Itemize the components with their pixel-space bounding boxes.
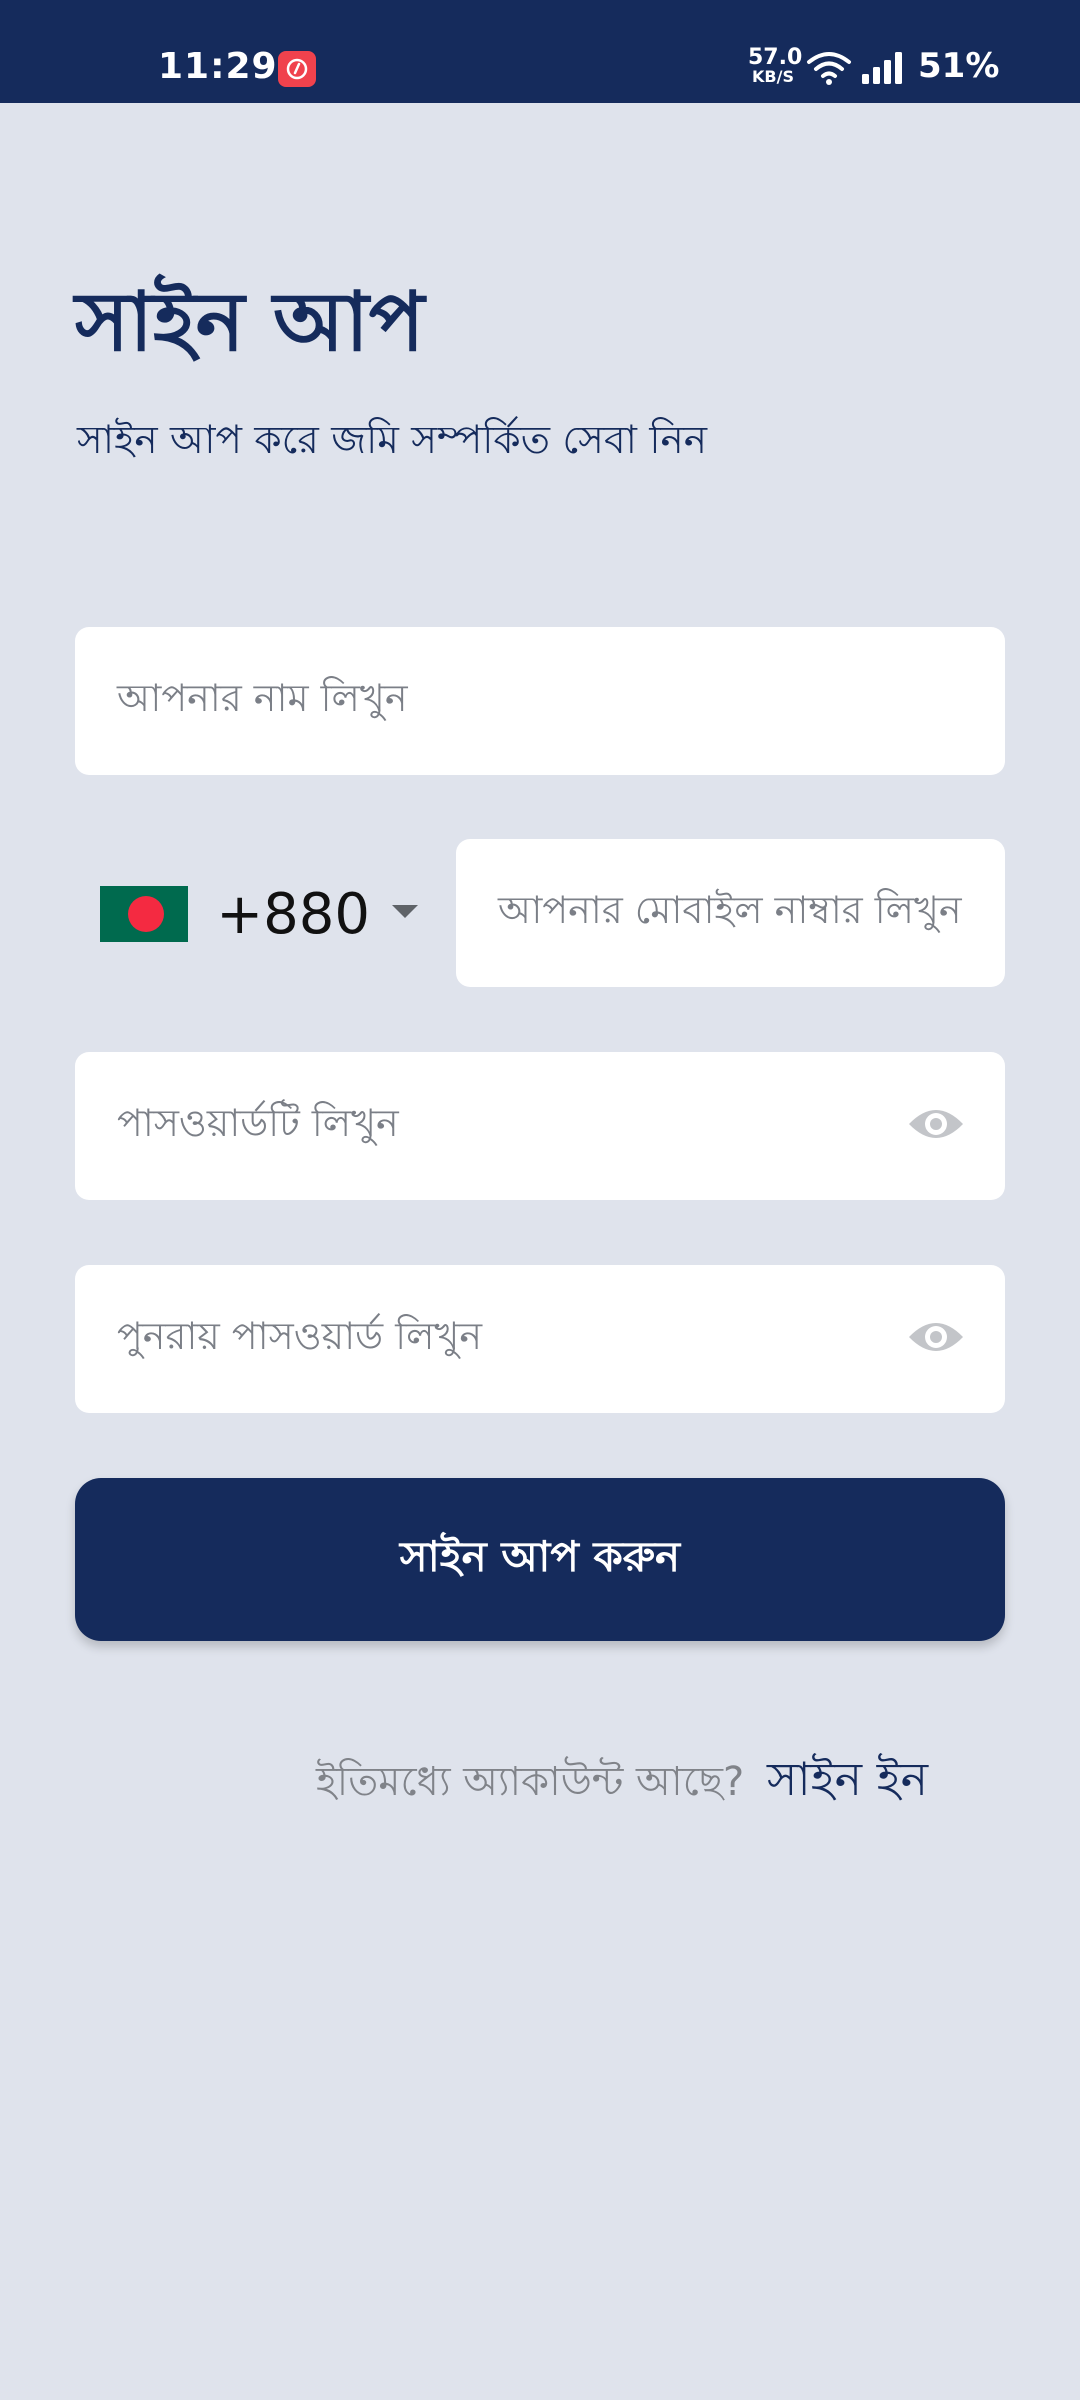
dropdown-caret-icon: [390, 903, 420, 925]
password-visibility-toggle-icon[interactable]: [907, 1104, 965, 1148]
name-field[interactable]: আপনার নাম লিখুন: [75, 627, 1005, 775]
password-placeholder: পাসওয়ার্ডটি লিখুন: [117, 1101, 399, 1145]
sign-up-button[interactable]: সাইন আপ করুন: [75, 1478, 1005, 1641]
phone-field[interactable]: আপনার মোবাইল নাম্বার লিখুন: [456, 839, 1005, 987]
password-field[interactable]: পাসওয়ার্ডটি লিখুন: [75, 1052, 1005, 1200]
country-code-picker[interactable]: +880: [100, 860, 420, 968]
network-speed-value: 57.0: [748, 45, 803, 70]
network-speed-unit: KB/S: [752, 67, 794, 86]
app-notification-icon: [278, 51, 316, 87]
wifi-icon: [806, 50, 852, 90]
confirm-password-field[interactable]: পুনরায় পাসওয়ার্ড লিখুন: [75, 1265, 1005, 1413]
page-title: সাইন আপ: [75, 275, 425, 370]
status-time: 11:29: [158, 46, 278, 87]
name-placeholder: আপনার নাম লিখুন: [117, 676, 408, 720]
network-speed: 57.0 KB/S: [748, 45, 803, 87]
sign-in-prompt: ইতিমধ্যে অ্যাকাউন্ট আছে?: [316, 1759, 745, 1805]
confirm-password-visibility-toggle-icon[interactable]: [907, 1317, 965, 1361]
sign-in-link[interactable]: সাইন ইন: [767, 1752, 928, 1806]
phone-placeholder: আপনার মোবাইল নাম্বার লিখুন: [498, 888, 962, 932]
status-bar: 11:29 57.0 KB/S 51%: [0, 0, 1080, 103]
sign-in-prompt-row: ইতিমধ্যে অ্যাকাউন্ট আছে? সাইন ইন: [316, 1745, 928, 1821]
signal-icon: [860, 52, 906, 88]
country-dial-code: +880: [216, 881, 370, 947]
confirm-password-placeholder: পুনরায় পাসওয়ার্ড লিখুন: [117, 1314, 483, 1358]
bangladesh-flag-icon: [100, 886, 189, 942]
page-subtitle: সাইন আপ করে জমি সম্পর্কিত সেবা নিন: [77, 418, 708, 463]
battery-level: 51%: [918, 46, 1000, 86]
